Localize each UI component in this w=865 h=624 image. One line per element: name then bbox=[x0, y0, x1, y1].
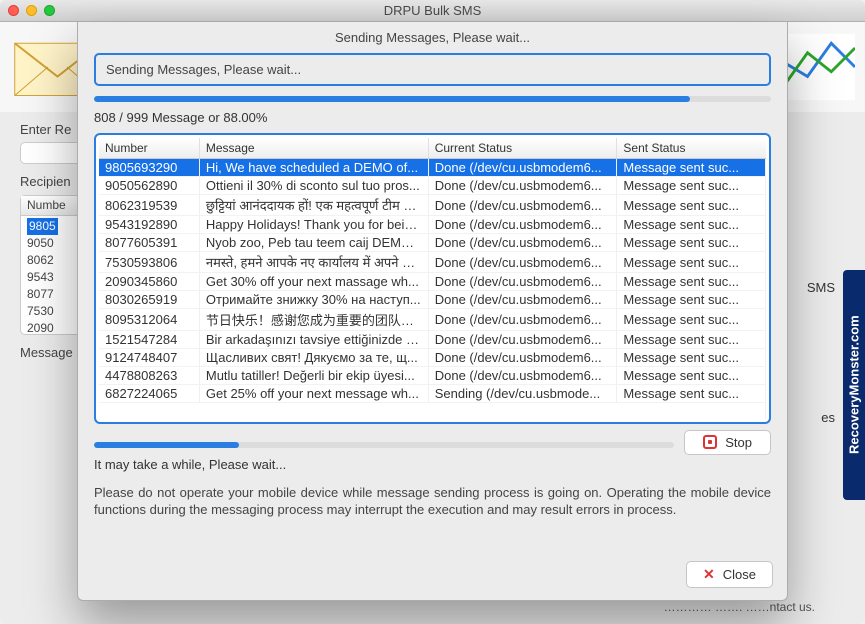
cell-current: Done (/dev/cu.usbmodem6... bbox=[428, 159, 617, 177]
cell-number: 1521547284 bbox=[99, 331, 199, 349]
cell-sent: Message sent suc... bbox=[617, 309, 766, 331]
cell-message: Отримайте знижку 30% на наступ... bbox=[199, 291, 428, 309]
table-row[interactable]: 7530593806नमस्ते, हमने आपके नए कार्यालय … bbox=[99, 252, 766, 273]
close-button[interactable]: ✕ Close bbox=[686, 561, 773, 588]
wait-text: It may take a while, Please wait... bbox=[94, 457, 771, 472]
cell-number: 8077605391 bbox=[99, 234, 199, 252]
cell-sent: Message sent suc... bbox=[617, 216, 766, 234]
stop-icon bbox=[703, 435, 717, 449]
bg-help-text[interactable]: ………… ……. ……ntact us. bbox=[664, 600, 815, 614]
cell-message: Щасливих свят! Дякуємо за те, щ... bbox=[199, 349, 428, 367]
stop-button[interactable]: Stop bbox=[684, 430, 771, 455]
cell-number: 9805693290 bbox=[99, 159, 199, 177]
table-row[interactable]: 8077605391Nyob zoo, Peb tau teem caij DE… bbox=[99, 234, 766, 252]
dialog-title: Sending Messages, Please wait... bbox=[78, 22, 787, 53]
table-row[interactable]: 8030265919Отримайте знижку 30% на наступ… bbox=[99, 291, 766, 309]
cell-current: Done (/dev/cu.usbmodem6... bbox=[428, 309, 617, 331]
cell-current: Done (/dev/cu.usbmodem6... bbox=[428, 216, 617, 234]
cell-message: Bir arkadaşınızı tavsiye ettiğinizde b..… bbox=[199, 331, 428, 349]
table-row[interactable]: 8062319539छुट्टियां आनंददायक हों! एक महत… bbox=[99, 195, 766, 216]
overall-progress bbox=[94, 96, 771, 102]
cell-sent: Message sent suc... bbox=[617, 177, 766, 195]
ribbon[interactable]: RecoveryMonster.com bbox=[843, 270, 865, 500]
overall-progress-fill bbox=[94, 96, 690, 102]
cell-current: Done (/dev/cu.usbmodem6... bbox=[428, 349, 617, 367]
cell-current: Done (/dev/cu.usbmodem6... bbox=[428, 331, 617, 349]
cell-message: Get 25% off your next message wh... bbox=[199, 385, 428, 403]
cell-current: Done (/dev/cu.usbmodem6... bbox=[428, 195, 617, 216]
window-title: DRPU Bulk SMS bbox=[0, 3, 865, 18]
cell-message: Mutlu tatiller! Değerli bir ekip üyesi..… bbox=[199, 367, 428, 385]
bg-es-label: es bbox=[821, 410, 835, 425]
item-progress-fill bbox=[94, 442, 239, 448]
cell-message: 节日快乐！感谢您成为重要的团队成... bbox=[199, 309, 428, 331]
cell-current: Done (/dev/cu.usbmodem6... bbox=[428, 234, 617, 252]
cell-number: 7530593806 bbox=[99, 252, 199, 273]
table-row[interactable]: 8095312064节日快乐！感谢您成为重要的团队成...Done (/dev/… bbox=[99, 309, 766, 331]
minimize-window-icon[interactable] bbox=[26, 5, 37, 16]
cell-current: Done (/dev/cu.usbmodem6... bbox=[428, 177, 617, 195]
table-row[interactable]: 1521547284Bir arkadaşınızı tavsiye ettiğ… bbox=[99, 331, 766, 349]
cell-current: Done (/dev/cu.usbmodem6... bbox=[428, 273, 617, 291]
cell-sent: Message sent suc... bbox=[617, 291, 766, 309]
col-message[interactable]: Message bbox=[199, 138, 428, 159]
cell-number: 9124748407 bbox=[99, 349, 199, 367]
status-box: Sending Messages, Please wait... bbox=[94, 53, 771, 86]
close-icon: ✕ bbox=[703, 566, 715, 583]
cell-number: 2090345860 bbox=[99, 273, 199, 291]
table-row[interactable]: 6827224065Get 25% off your next message … bbox=[99, 385, 766, 403]
cell-number: 8095312064 bbox=[99, 309, 199, 331]
cell-message: नमस्ते, हमने आपके नए कार्यालय में अपने न… bbox=[199, 252, 428, 273]
cell-sent: Message sent suc... bbox=[617, 331, 766, 349]
col-sent-status[interactable]: Sent Status bbox=[617, 138, 766, 159]
cell-number: 6827224065 bbox=[99, 385, 199, 403]
cell-message: Hi, We have scheduled a DEMO of... bbox=[199, 159, 428, 177]
count-text: 808 / 999 Message or 88.00% bbox=[94, 110, 771, 125]
cell-number: 9543192890 bbox=[99, 216, 199, 234]
table-row[interactable]: 9124748407Щасливих свят! Дякуємо за те, … bbox=[99, 349, 766, 367]
close-window-icon[interactable] bbox=[8, 5, 19, 16]
cell-current: Sending (/dev/cu.usbmode... bbox=[428, 385, 617, 403]
message-table: Number Message Current Status Sent Statu… bbox=[94, 133, 771, 424]
titlebar: DRPU Bulk SMS bbox=[0, 0, 865, 22]
cell-number: 4478808263 bbox=[99, 367, 199, 385]
stop-label: Stop bbox=[725, 435, 752, 450]
cell-current: Done (/dev/cu.usbmodem6... bbox=[428, 291, 617, 309]
table-row[interactable]: 9050562890Ottieni il 30% di sconto sul t… bbox=[99, 177, 766, 195]
cell-current: Done (/dev/cu.usbmodem6... bbox=[428, 252, 617, 273]
col-number[interactable]: Number bbox=[99, 138, 199, 159]
cell-message: छुट्टियां आनंददायक हों! एक महत्वपूर्ण टी… bbox=[199, 195, 428, 216]
cell-sent: Message sent suc... bbox=[617, 159, 766, 177]
cell-number: 8030265919 bbox=[99, 291, 199, 309]
sending-dialog: Sending Messages, Please wait... Sending… bbox=[77, 22, 788, 601]
cell-number: 9050562890 bbox=[99, 177, 199, 195]
cell-message: Ottieni il 30% di sconto sul tuo pros... bbox=[199, 177, 428, 195]
table-row[interactable]: 4478808263Mutlu tatiller! Değerli bir ek… bbox=[99, 367, 766, 385]
bg-sms-label: SMS bbox=[807, 280, 835, 295]
maximize-window-icon[interactable] bbox=[44, 5, 55, 16]
cell-number: 8062319539 bbox=[99, 195, 199, 216]
item-progress bbox=[94, 442, 674, 448]
cell-message: Happy Holidays! Thank you for bein... bbox=[199, 216, 428, 234]
table-row[interactable]: 9543192890Happy Holidays! Thank you for … bbox=[99, 216, 766, 234]
cell-sent: Message sent suc... bbox=[617, 367, 766, 385]
cell-sent: Message sent suc... bbox=[617, 385, 766, 403]
cell-sent: Message sent suc... bbox=[617, 252, 766, 273]
col-current-status[interactable]: Current Status bbox=[428, 138, 617, 159]
cell-sent: Message sent suc... bbox=[617, 273, 766, 291]
cell-sent: Message sent suc... bbox=[617, 234, 766, 252]
cell-message: Get 30% off your next massage wh... bbox=[199, 273, 428, 291]
close-label: Close bbox=[723, 567, 756, 582]
cell-sent: Message sent suc... bbox=[617, 195, 766, 216]
cell-sent: Message sent suc... bbox=[617, 349, 766, 367]
table-row[interactable]: 9805693290Hi, We have scheduled a DEMO o… bbox=[99, 159, 766, 177]
cell-current: Done (/dev/cu.usbmodem6... bbox=[428, 367, 617, 385]
table-row[interactable]: 2090345860Get 30% off your next massage … bbox=[99, 273, 766, 291]
notice-text: Please do not operate your mobile device… bbox=[94, 484, 771, 519]
cell-message: Nyob zoo, Peb tau teem caij DEMO... bbox=[199, 234, 428, 252]
